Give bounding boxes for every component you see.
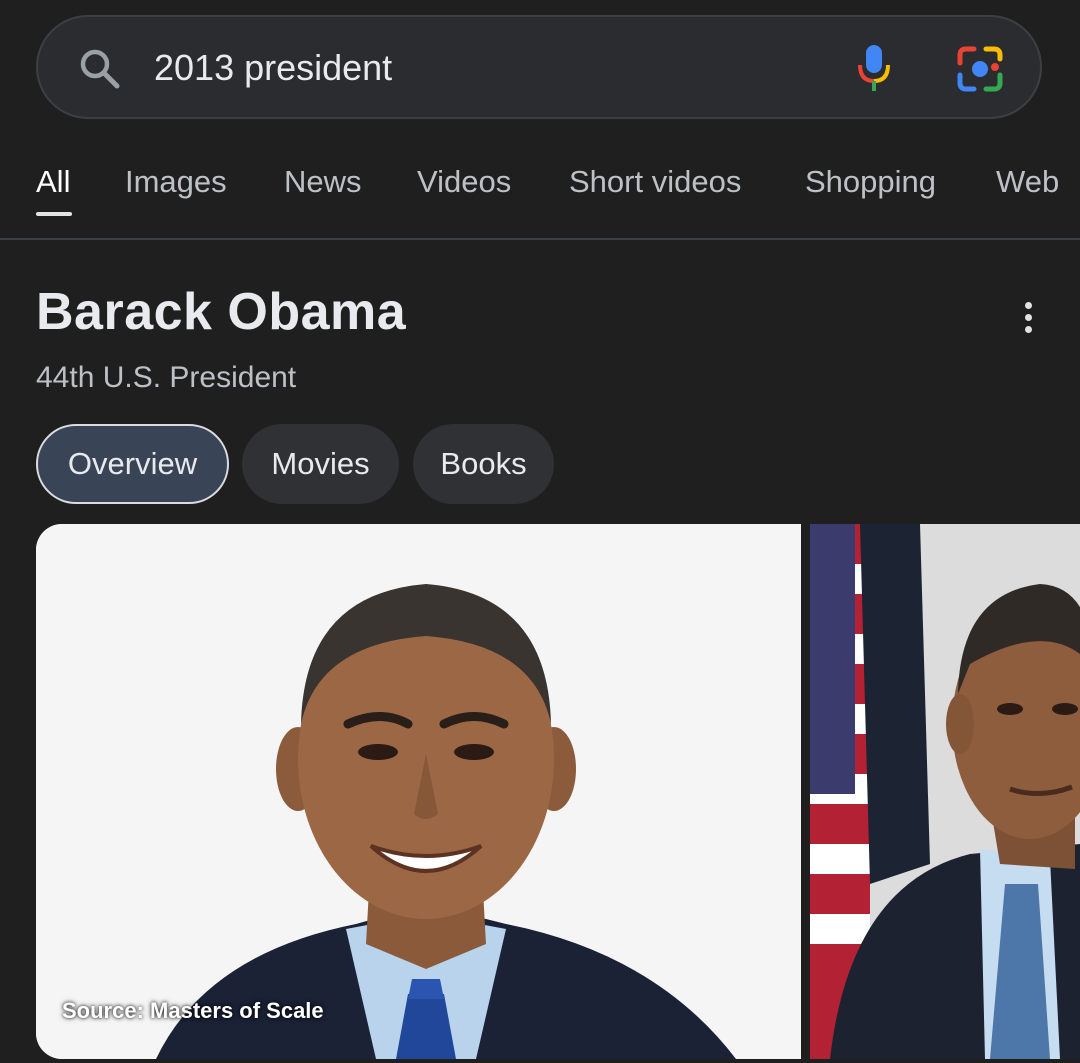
tab-web[interactable]: Web (996, 164, 1059, 200)
image-source-label: Source: Masters of Scale (62, 998, 324, 1023)
mic-icon[interactable] (856, 43, 892, 95)
entity-title: Barack Obama (36, 283, 407, 341)
entity-image-main[interactable]: Source: Masters of Scale (36, 524, 801, 1059)
tab-short-videos[interactable]: Short videos (569, 164, 741, 200)
tab-news[interactable]: News (284, 164, 362, 200)
more-options-icon[interactable] (1008, 296, 1050, 338)
google-lens-icon[interactable] (956, 45, 1004, 93)
search-input[interactable]: 2013 president (154, 43, 392, 93)
tab-all[interactable]: All (36, 164, 70, 200)
search-tabs: All Images News Videos Short videos Shop… (0, 150, 1080, 240)
entity-subtitle: 44th U.S. President (36, 361, 297, 394)
search-bar[interactable]: 2013 president (36, 15, 1042, 119)
tabs-divider (0, 238, 1080, 240)
tab-videos[interactable]: Videos (417, 164, 511, 200)
entity-image-secondary[interactable] (810, 524, 1080, 1059)
search-results-page: 2013 president All Images News Videos Sh… (0, 0, 1080, 1063)
search-icon (78, 47, 122, 91)
portrait-image (36, 524, 801, 1059)
chip-overview[interactable]: Overview (36, 424, 229, 504)
active-tab-indicator (36, 212, 72, 216)
chip-movies[interactable]: Movies (242, 424, 399, 504)
chip-books[interactable]: Books (413, 424, 554, 504)
portrait-image-flag (810, 524, 1080, 1059)
tab-images[interactable]: Images (125, 164, 227, 200)
tab-shopping[interactable]: Shopping (805, 164, 936, 200)
